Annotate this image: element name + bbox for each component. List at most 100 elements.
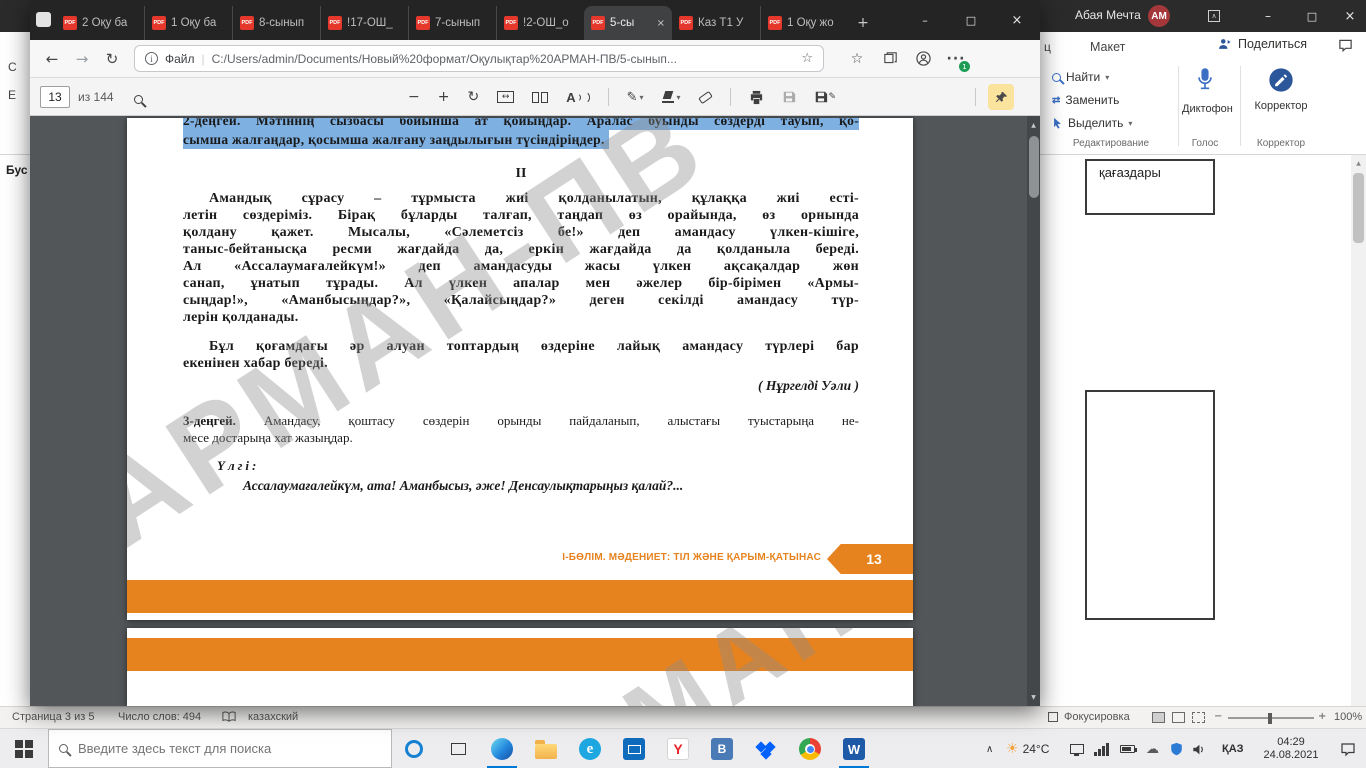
read-aloud-icon[interactable]: A bbox=[566, 90, 590, 105]
collections-icon[interactable] bbox=[875, 40, 905, 77]
forward-icon[interactable] bbox=[68, 40, 96, 77]
taskbar-app-yandex[interactable]: Y bbox=[658, 729, 698, 768]
search-input[interactable] bbox=[78, 741, 358, 756]
view-print-layout-icon[interactable] bbox=[1172, 712, 1185, 723]
fit-to-width-icon[interactable] bbox=[497, 91, 515, 103]
tray-clock[interactable]: 04:29 24.08.2021 bbox=[1256, 729, 1326, 768]
dictate-button[interactable]: Диктофон bbox=[1182, 66, 1233, 115]
highlight-icon[interactable] bbox=[661, 91, 681, 103]
draw-icon[interactable] bbox=[627, 90, 644, 105]
tray-weather[interactable]: 24°C bbox=[1006, 729, 1050, 768]
status-focus[interactable]: Фокусировка bbox=[1064, 711, 1130, 723]
word-scrollbar[interactable] bbox=[1351, 155, 1366, 706]
ribbon-tab-fragment[interactable]: ц bbox=[1044, 40, 1051, 54]
tab-actions-icon[interactable] bbox=[36, 12, 51, 27]
taskbar-app-edge[interactable] bbox=[482, 729, 522, 768]
status-zoom[interactable]: 100% bbox=[1334, 711, 1362, 723]
browser-tab[interactable]: !2-ОШ_о bbox=[496, 6, 584, 40]
proofing-icon[interactable] bbox=[222, 711, 236, 722]
save-icon[interactable] bbox=[782, 90, 796, 104]
word-close-button[interactable] bbox=[1334, 0, 1366, 32]
browser-tab[interactable]: 1 Оқу ба bbox=[144, 6, 232, 40]
edge-close-button[interactable] bbox=[994, 0, 1040, 40]
doc-table-cell[interactable]: қағаздары bbox=[1085, 159, 1215, 215]
save-as-icon[interactable] bbox=[814, 90, 837, 104]
tray-keyboard-language[interactable]: ҚАЗ bbox=[1222, 729, 1244, 768]
back-icon[interactable] bbox=[38, 40, 66, 77]
profile-icon[interactable] bbox=[908, 40, 938, 77]
zoom-in-icon[interactable] bbox=[1318, 711, 1326, 722]
doc-table-cell[interactable] bbox=[1085, 390, 1215, 620]
view-web-layout-icon[interactable] bbox=[1192, 712, 1205, 723]
word-minimize-button[interactable] bbox=[1248, 0, 1288, 32]
browser-tab-active[interactable]: 5-сы bbox=[584, 6, 672, 40]
ribbon-display-options-icon[interactable]: ∧ bbox=[1208, 10, 1220, 22]
tray-volume[interactable] bbox=[1192, 729, 1206, 768]
status-word-count[interactable]: Число слов: 494 bbox=[118, 711, 201, 723]
zoom-slider[interactable] bbox=[1228, 712, 1314, 724]
page-view-icon[interactable] bbox=[532, 91, 549, 103]
word-user-name[interactable]: Абая Мечта bbox=[1075, 8, 1141, 22]
refresh-icon[interactable] bbox=[98, 40, 126, 77]
tray-battery[interactable] bbox=[1120, 729, 1137, 768]
taskbar-app-chrome[interactable] bbox=[790, 729, 830, 768]
status-page[interactable]: Страница 3 из 5 bbox=[12, 711, 94, 723]
word-user-avatar[interactable]: АМ bbox=[1148, 5, 1170, 27]
replace-button[interactable]: ⇄ Заменить bbox=[1052, 93, 1119, 107]
taskbar-app-word[interactable]: W bbox=[834, 729, 874, 768]
taskbar-app-file-explorer[interactable] bbox=[526, 729, 566, 768]
favorites-icon[interactable] bbox=[842, 40, 872, 77]
tray-defender[interactable] bbox=[1170, 729, 1183, 768]
erase-icon[interactable] bbox=[697, 90, 713, 104]
pdf-search-icon[interactable] bbox=[134, 95, 143, 104]
scroll-down-icon[interactable] bbox=[1027, 690, 1040, 704]
new-tab-button[interactable] bbox=[848, 6, 878, 40]
word-maximize-button[interactable] bbox=[1292, 0, 1332, 32]
zoom-out-icon[interactable] bbox=[1214, 711, 1222, 722]
taskbar-app-mail[interactable] bbox=[614, 729, 654, 768]
editor-button[interactable]: Корректор bbox=[1248, 66, 1314, 112]
word-scroll-thumb[interactable] bbox=[1353, 173, 1364, 243]
taskbar-app-browser[interactable]: e bbox=[570, 729, 610, 768]
pdf-scrollbar[interactable] bbox=[1027, 116, 1040, 706]
tray-network[interactable] bbox=[1094, 729, 1109, 768]
start-button[interactable] bbox=[0, 729, 48, 768]
browser-tab[interactable]: 2 Оқу ба bbox=[56, 6, 144, 40]
notification-center-button[interactable] bbox=[1340, 729, 1356, 768]
settings-menu-icon[interactable]: 1 bbox=[941, 40, 971, 77]
browser-tab[interactable]: !17-ОШ_ bbox=[320, 6, 408, 40]
rotate-icon[interactable] bbox=[467, 89, 479, 105]
view-read-mode-icon[interactable] bbox=[1152, 712, 1165, 723]
zoom-slider-thumb[interactable] bbox=[1268, 712, 1272, 724]
scroll-up-icon[interactable] bbox=[1351, 157, 1366, 169]
pdf-viewport[interactable]: 2-деңгей. Мәтіннің сызбасы бойынша ат қо… bbox=[30, 116, 1040, 706]
browser-tab[interactable]: 7-сынып bbox=[408, 6, 496, 40]
scroll-up-icon[interactable] bbox=[1027, 118, 1040, 132]
status-language[interactable]: казахский bbox=[248, 711, 298, 723]
taskbar-search[interactable] bbox=[48, 729, 392, 768]
comments-icon[interactable] bbox=[1338, 38, 1353, 53]
zoom-out-icon[interactable] bbox=[408, 89, 420, 105]
browser-tab[interactable]: 8-сынып bbox=[232, 6, 320, 40]
edge-maximize-button[interactable] bbox=[948, 0, 994, 40]
browser-tab[interactable]: Каз Т1 У bbox=[672, 6, 760, 40]
url-field[interactable]: Файл | C:/Users/admin/Documents/Новый%20… bbox=[134, 45, 824, 72]
tray-hidden-icons[interactable] bbox=[986, 729, 993, 768]
info-icon[interactable] bbox=[145, 52, 158, 65]
page-number-input[interactable]: 13 bbox=[40, 86, 70, 108]
task-view-button[interactable] bbox=[438, 729, 478, 768]
tab-close-icon[interactable] bbox=[657, 18, 665, 29]
pdf-scroll-thumb[interactable] bbox=[1028, 136, 1039, 198]
tray-onedrive[interactable] bbox=[1146, 729, 1159, 768]
add-favorite-icon[interactable] bbox=[801, 51, 813, 66]
ribbon-tab-layout[interactable]: Макет bbox=[1090, 40, 1125, 54]
edge-minimize-button[interactable] bbox=[902, 0, 948, 40]
browser-tab[interactable]: 1 Оқу жо bbox=[760, 6, 848, 40]
zoom-in-icon[interactable] bbox=[438, 89, 450, 105]
taskbar-app-dropbox[interactable] bbox=[746, 729, 786, 768]
pin-toolbar-button[interactable] bbox=[988, 84, 1014, 110]
print-icon[interactable] bbox=[749, 90, 764, 105]
tray-display[interactable] bbox=[1070, 729, 1084, 768]
select-button[interactable]: Выделить bbox=[1052, 116, 1132, 130]
share-button[interactable]: Поделиться bbox=[1218, 37, 1307, 51]
